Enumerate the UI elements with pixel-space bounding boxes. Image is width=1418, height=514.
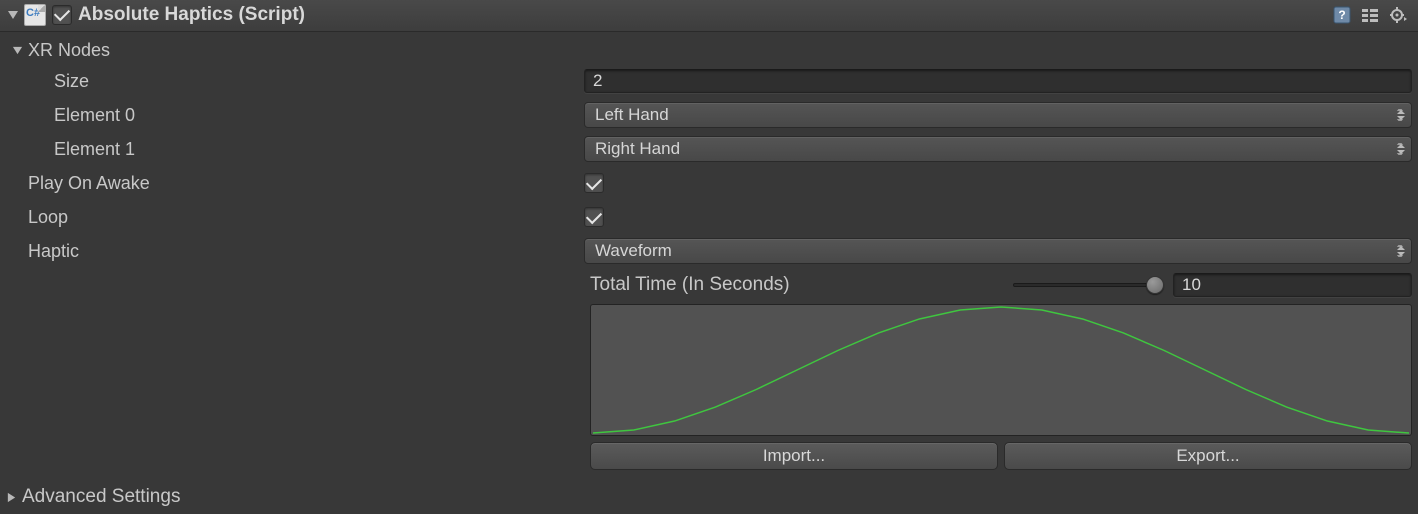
element-0-label: Element 0 xyxy=(6,105,584,126)
chevron-down-icon xyxy=(10,43,24,57)
import-button[interactable]: Import... xyxy=(590,442,998,470)
total-time-input[interactable] xyxy=(1173,273,1412,297)
total-time-slider[interactable] xyxy=(1013,283,1163,287)
haptic-mode-dropdown[interactable]: Waveform xyxy=(584,238,1412,264)
advanced-settings-foldout[interactable]: Advanced Settings xyxy=(0,480,1418,514)
loop-label: Loop xyxy=(6,207,584,228)
haptic-mode-value: Waveform xyxy=(595,241,672,261)
total-time-label: Total Time (In Seconds) xyxy=(590,274,1003,296)
slider-thumb[interactable] xyxy=(1146,276,1164,294)
play-on-awake-checkbox[interactable] xyxy=(584,173,604,193)
element-0-dropdown[interactable]: Left Hand xyxy=(584,102,1412,128)
element-1-dropdown[interactable]: Right Hand xyxy=(584,136,1412,162)
component-enabled-checkbox[interactable] xyxy=(52,5,72,25)
element-1-value: Right Hand xyxy=(595,139,680,159)
play-on-awake-label: Play On Awake xyxy=(6,173,584,194)
curve-editor[interactable] xyxy=(590,304,1412,436)
component-header: Absolute Haptics (Script) ? xyxy=(0,0,1418,32)
loop-checkbox[interactable] xyxy=(584,207,604,227)
svg-text:?: ? xyxy=(1338,8,1345,22)
haptic-label: Haptic xyxy=(6,241,584,262)
element-0-value: Left Hand xyxy=(595,105,669,125)
xr-nodes-foldout[interactable]: XR Nodes xyxy=(6,40,584,61)
preset-icon[interactable] xyxy=(1360,5,1380,25)
help-icon[interactable]: ? xyxy=(1332,5,1352,25)
component-foldout[interactable] xyxy=(6,8,20,22)
export-button[interactable]: Export... xyxy=(1004,442,1412,470)
component-title: Absolute Haptics (Script) xyxy=(78,4,305,26)
xr-nodes-size-input[interactable] xyxy=(584,69,1412,93)
advanced-settings-label: Advanced Settings xyxy=(22,486,180,508)
csharp-script-icon xyxy=(24,4,46,26)
gear-icon[interactable] xyxy=(1388,5,1408,25)
chevron-right-icon xyxy=(4,490,18,504)
element-1-label: Element 1 xyxy=(6,139,584,160)
size-label: Size xyxy=(6,71,584,92)
xr-nodes-label: XR Nodes xyxy=(28,40,110,61)
